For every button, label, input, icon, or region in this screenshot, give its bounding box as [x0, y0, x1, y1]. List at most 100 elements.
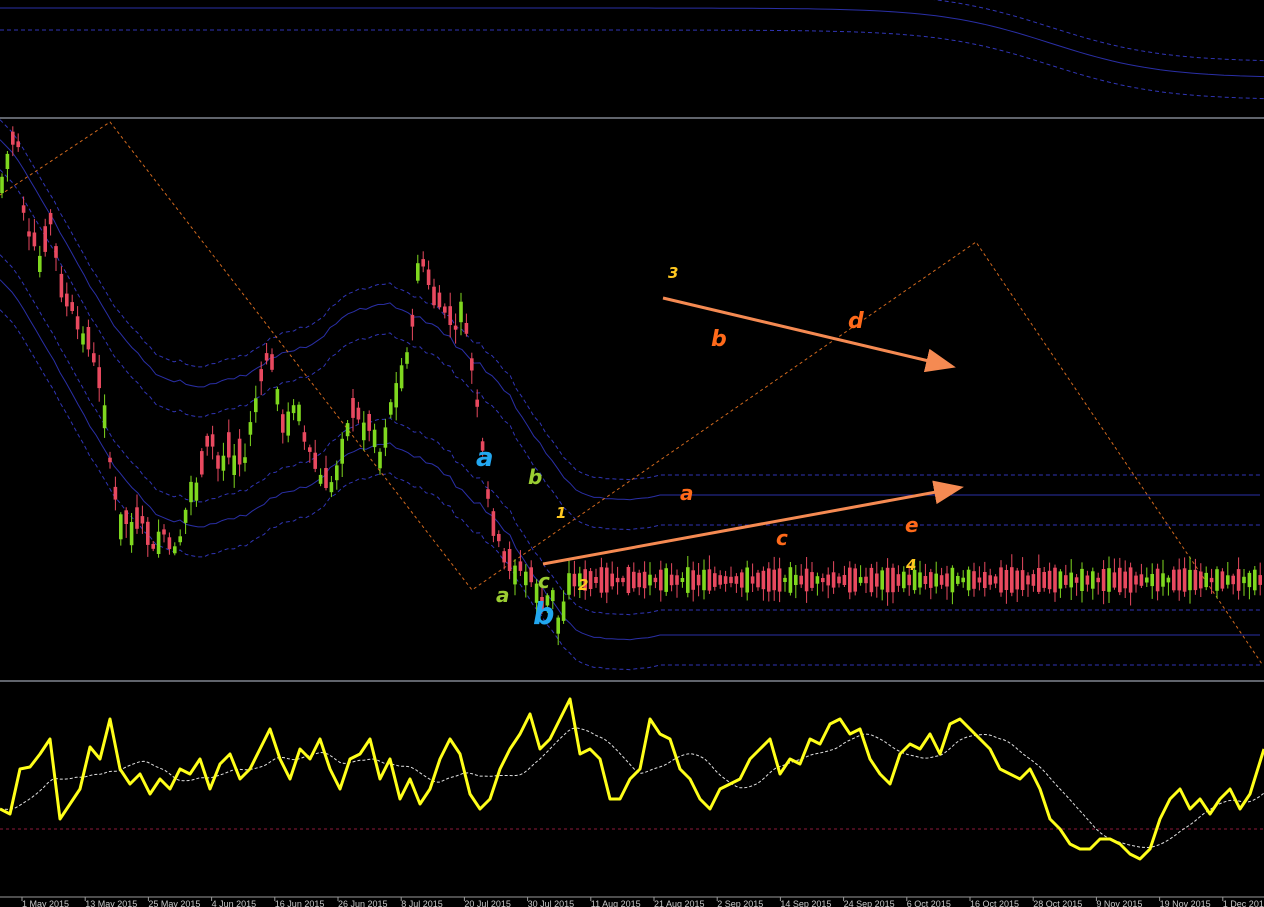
candle-body	[1085, 575, 1090, 585]
candle-body	[1101, 569, 1106, 591]
candle-body	[1118, 567, 1122, 593]
candle-body	[16, 141, 20, 148]
candle-body	[502, 551, 506, 563]
candle-body	[475, 399, 479, 407]
candle-body	[615, 577, 620, 583]
x-tick-label: 2 Sep 2015	[717, 899, 763, 907]
candle-body	[718, 575, 722, 585]
candle-body	[626, 567, 631, 593]
x-tick-label: 21 Aug 2015	[654, 899, 705, 907]
candle-body	[734, 576, 739, 584]
candle-body	[464, 323, 469, 334]
candle-body	[173, 546, 177, 554]
candle-body	[129, 522, 134, 546]
candle-body	[351, 398, 355, 418]
candle-body	[1123, 571, 1127, 589]
candle-body	[788, 567, 793, 593]
candle-body	[1031, 574, 1036, 586]
candle-body	[815, 576, 820, 584]
candle-body	[1193, 569, 1198, 591]
candle-body	[804, 568, 809, 592]
candle-body	[389, 402, 393, 415]
candle-body	[869, 567, 874, 593]
candle-body	[497, 534, 501, 542]
candle-body	[891, 567, 895, 593]
candle-body	[1166, 577, 1171, 583]
candle-body	[205, 435, 209, 447]
candle-body	[281, 414, 285, 433]
candle-body	[92, 353, 96, 363]
wave-label: b	[711, 327, 727, 352]
candle-body	[621, 577, 625, 583]
candle-body	[875, 573, 879, 587]
candle-body	[448, 306, 452, 325]
candle-body	[772, 569, 776, 591]
x-tick-label: 9 Nov 2015	[1096, 899, 1142, 907]
candle-body	[1107, 568, 1111, 592]
candle-body	[956, 576, 960, 584]
candle-body	[270, 354, 274, 370]
candle-body	[1182, 568, 1187, 592]
candle-body	[729, 576, 733, 584]
candle-body	[437, 292, 442, 308]
x-tick-label: 8 Jul 2015	[401, 899, 443, 907]
wave-label: c	[776, 526, 788, 550]
x-tick-label: 6 Oct 2015	[907, 899, 951, 907]
candle-body	[443, 306, 447, 313]
candle-body	[1112, 572, 1117, 588]
wave-label: b	[528, 465, 542, 489]
candle-body	[1020, 570, 1025, 590]
candle-body	[740, 572, 744, 588]
candle-body	[653, 577, 658, 583]
candle-body	[394, 383, 398, 408]
candle-body	[664, 568, 668, 592]
candle-body	[745, 567, 749, 593]
candle-body	[1150, 574, 1154, 587]
candle-body	[507, 549, 512, 571]
x-tick-label: 24 Sep 2015	[844, 899, 895, 907]
candle-body	[896, 574, 901, 586]
candle-body	[777, 568, 782, 592]
candle-body	[65, 293, 69, 307]
candle-body	[264, 353, 269, 361]
candle-body	[275, 389, 280, 405]
candle-body	[1042, 572, 1046, 588]
x-tick-label: 28 Oct 2015	[1033, 899, 1082, 907]
candle-body	[102, 405, 107, 429]
x-tick-label: 26 Jun 2015	[338, 899, 388, 907]
candle-body	[831, 572, 836, 588]
candle-body	[183, 509, 188, 523]
candle-body	[691, 570, 695, 590]
candle-body	[1231, 575, 1235, 585]
candle-body	[588, 571, 593, 589]
candle-body	[470, 358, 474, 371]
candle-body	[297, 404, 301, 422]
wave-label: b	[533, 597, 554, 632]
candle-body	[950, 567, 955, 593]
candle-body	[1015, 570, 1019, 590]
candle-body	[1155, 568, 1160, 592]
candle-body	[885, 567, 890, 593]
candle-body	[513, 565, 517, 585]
candle-body	[934, 573, 938, 587]
x-tick-label: 14 Sep 2015	[780, 899, 831, 907]
candle-body	[518, 561, 523, 571]
candle-body	[972, 571, 976, 589]
x-tick-label: 16 Jun 2015	[275, 899, 325, 907]
candle-body	[113, 486, 118, 500]
candle-body	[1242, 576, 1246, 584]
candle-body	[999, 567, 1003, 593]
candle-body	[27, 231, 31, 237]
candle-body	[902, 571, 906, 589]
candle-body	[70, 302, 74, 311]
candle-body	[707, 569, 712, 591]
chart-background	[0, 0, 1264, 907]
candle-body	[1053, 567, 1057, 593]
candle-body	[453, 325, 458, 330]
candle-body	[81, 333, 85, 345]
candle-body	[135, 507, 139, 529]
candle-body	[54, 246, 58, 258]
candle-body	[329, 482, 334, 493]
candle-body	[1134, 575, 1138, 585]
candle-body	[1004, 570, 1009, 590]
